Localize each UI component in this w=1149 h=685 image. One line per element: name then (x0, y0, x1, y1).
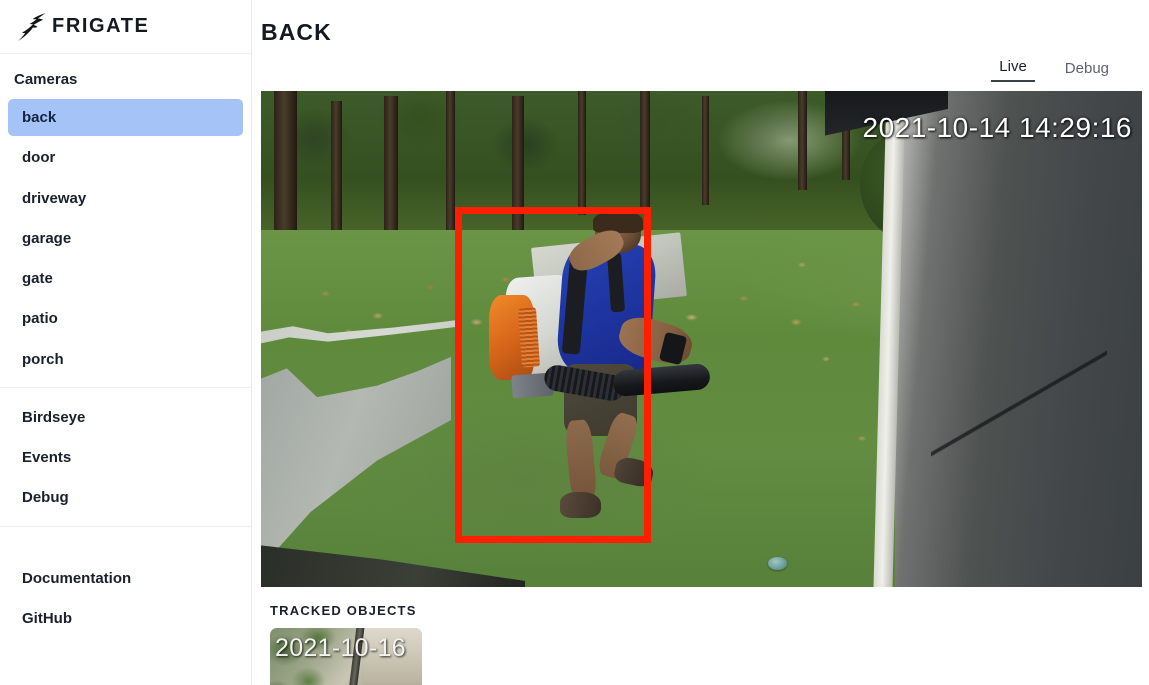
sidebar-item-github[interactable]: GitHub (8, 600, 243, 637)
tree-trunk (701, 95, 709, 206)
tab-debug[interactable]: Debug (1057, 61, 1117, 82)
sidebar-item-garage[interactable]: garage (8, 220, 243, 257)
tracked-object-thumbnail[interactable]: 2021-10-16 (270, 628, 422, 685)
camera-timestamp-overlay: 2021-10-14 14:29:16 (862, 112, 1132, 143)
sidebar-item-events[interactable]: Events (8, 439, 243, 476)
sidebar-item-documentation[interactable]: Documentation (8, 560, 243, 597)
person-shoe-right (612, 455, 656, 489)
sidebar-item-debug[interactable]: Debug (8, 479, 243, 516)
frigate-bird-icon (18, 12, 46, 41)
tracked-objects-list: 2021-10-16 (261, 618, 1149, 685)
tree-trunk (331, 100, 343, 250)
tracked-objects-heading: TRACKED OBJECTS (270, 603, 417, 618)
sidebar: FRIGATE Cameras back door driveway garag… (0, 0, 252, 685)
concrete-pillar-crack (930, 219, 1107, 587)
sidebar-item-back[interactable]: back (8, 99, 243, 137)
brand-header: FRIGATE (0, 0, 251, 54)
tools-section: Birdseye Events Debug (0, 386, 251, 520)
sidebar-item-porch[interactable]: porch (8, 341, 243, 378)
sidebar-item-door[interactable]: door (8, 139, 243, 176)
person-with-leaf-blower (489, 210, 712, 537)
cameras-section-title: Cameras (14, 71, 78, 88)
links-section: Documentation GitHub (0, 525, 251, 641)
video-frame (261, 91, 1142, 587)
app-root: FRIGATE Cameras back door driveway garag… (0, 0, 1149, 685)
person-hair (592, 210, 644, 233)
cameras-section: Cameras back door driveway garage gate p… (0, 54, 251, 381)
sidebar-item-gate[interactable]: gate (8, 260, 243, 297)
tab-live[interactable]: Live (991, 59, 1035, 82)
camera-live-view[interactable]: 2021-10-14 14:29:16 (261, 91, 1142, 587)
sidebar-item-birdseye[interactable]: Birdseye (8, 399, 243, 436)
brand-name: FRIGATE (52, 15, 150, 37)
sidebar-item-patio[interactable]: patio (8, 300, 243, 337)
links-spacer (0, 535, 251, 557)
sidebar-item-driveway[interactable]: driveway (8, 180, 243, 217)
tree-trunk (798, 91, 808, 191)
thumbnail-timestamp: 2021-10-16 (275, 634, 406, 662)
tree-trunk (446, 91, 455, 230)
person-shoe-left (560, 491, 601, 518)
view-tabs: Live Debug (252, 46, 1149, 82)
tree-trunk (578, 91, 587, 215)
main-content: BACK Live Debug 2021-10-14 14:29:16 TRAC… (252, 0, 1149, 685)
page-title: BACK (261, 19, 332, 45)
camera-area: 2021-10-14 14:29:16 TRACKED OBJECTS 2021… (252, 91, 1149, 685)
tree-trunk (639, 91, 650, 211)
